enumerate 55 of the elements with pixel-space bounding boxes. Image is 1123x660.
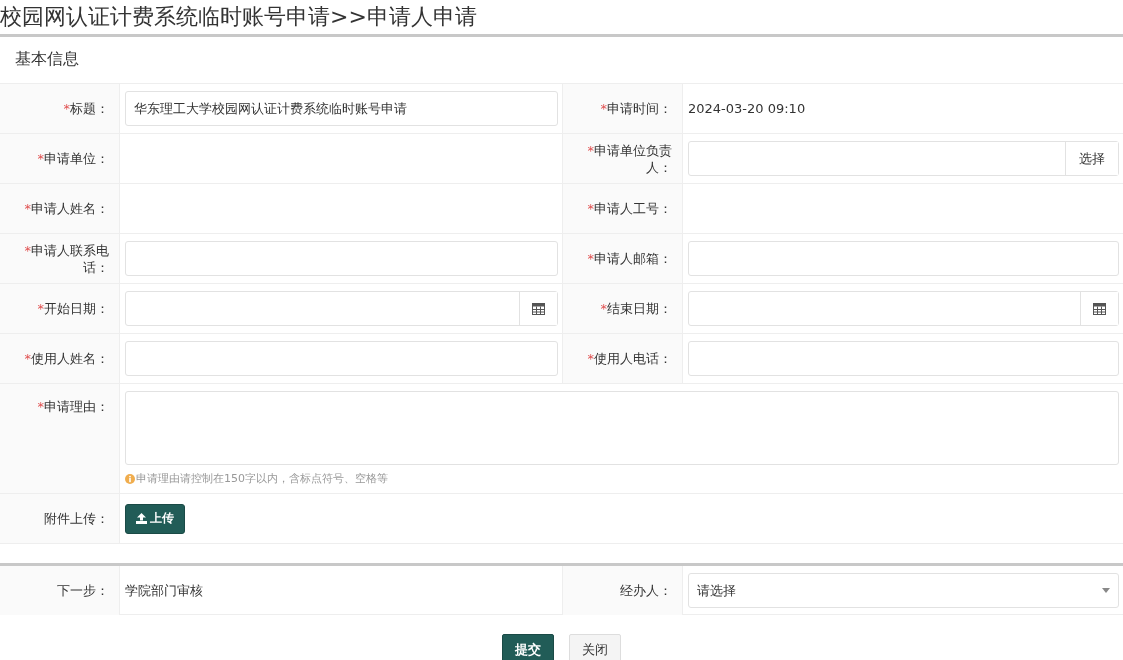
required-mark: *: [24, 351, 31, 366]
field-label: 结束日期：: [607, 301, 672, 316]
required-mark: *: [587, 251, 594, 266]
field-label: 申请理由：: [44, 399, 109, 414]
text-field[interactable]: [125, 341, 558, 376]
close-button[interactable]: 关闭: [569, 634, 621, 660]
submit-button[interactable]: 提交: [502, 634, 554, 660]
hint-text: 申请理由请控制在150字以内，含标点符号、空格等: [136, 471, 388, 486]
calendar-icon: [532, 302, 545, 315]
field-label: 申请单位：: [44, 151, 109, 166]
field-label: 申请人工号：: [594, 201, 672, 216]
field-value: 学院部门审核: [125, 581, 204, 600]
required-mark: *: [600, 301, 607, 316]
info-icon: [125, 473, 135, 484]
field-label: 申请时间：: [607, 101, 672, 116]
page-title: 校园网认证计费系统临时账号申请>>申请人申请: [0, 0, 1123, 37]
field-value: 2024-03-20 09:10: [688, 101, 807, 116]
field-label: 开始日期：: [44, 301, 109, 316]
caret-icon: [1102, 588, 1110, 593]
required-mark: *: [24, 242, 31, 258]
select-button[interactable]: 选择: [1065, 142, 1118, 175]
required-mark: *: [24, 201, 31, 216]
field-label: 下一步：: [57, 582, 109, 599]
field-label: 标题：: [70, 101, 109, 116]
date-field[interactable]: [688, 291, 1119, 326]
upload-icon: [136, 513, 147, 524]
reason-textarea[interactable]: [125, 391, 1119, 465]
handler-select[interactable]: 请选择: [688, 573, 1119, 608]
required-mark: *: [600, 101, 607, 116]
section-title: 基本信息: [15, 49, 79, 68]
date-field[interactable]: [125, 291, 558, 326]
field-label: 使用人姓名：: [31, 351, 109, 366]
required-mark: *: [37, 151, 44, 166]
required-mark: *: [587, 351, 594, 366]
field-label: 使用人电话：: [594, 351, 672, 366]
text-field[interactable]: 华东理工大学校园网认证计费系统临时账号申请: [125, 91, 558, 126]
calendar-icon: [1093, 302, 1106, 315]
field-label: 申请人姓名：: [31, 201, 109, 216]
field-label: 附件上传：: [44, 511, 109, 526]
required-mark: *: [587, 142, 594, 158]
required-mark: *: [37, 301, 44, 316]
text-field[interactable]: [688, 241, 1119, 276]
upload-button[interactable]: 上传: [125, 503, 185, 534]
picker-field[interactable]: 选择: [688, 141, 1119, 176]
text-field[interactable]: [125, 241, 558, 276]
field-label: 经办人：: [620, 582, 672, 599]
field-label: 申请人邮箱：: [594, 251, 672, 266]
text-field[interactable]: [688, 341, 1119, 376]
calendar-button[interactable]: [1080, 292, 1118, 325]
required-mark: *: [37, 399, 44, 414]
field-label: 申请单位负责人：: [594, 142, 672, 175]
required-mark: *: [587, 201, 594, 216]
calendar-button[interactable]: [519, 292, 557, 325]
field-label: 申请人联系电话：: [31, 242, 109, 275]
required-mark: *: [63, 101, 70, 116]
